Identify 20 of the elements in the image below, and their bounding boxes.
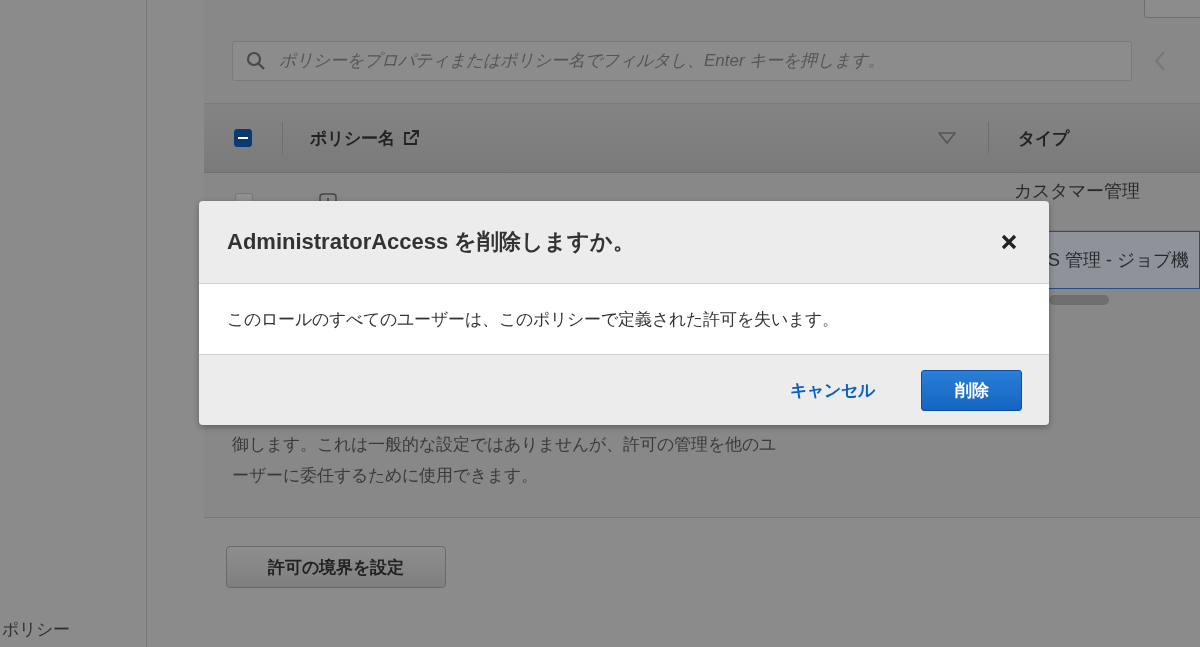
column-header: タイプ [1018,127,1069,150]
column-header: ポリシー名 [310,127,395,150]
dialog-message: このロールのすべてのユーザーは、このポリシーで定義された許可を失います。 [227,308,839,331]
sort-icon[interactable] [938,132,956,144]
delete-button[interactable]: 削除 [921,369,1022,411]
dialog-title: AdministratorAccess を削除しますか。 [227,228,636,256]
table-cell-text: S 管理 - ジョブ機 [1048,249,1189,272]
close-button[interactable] [1001,234,1017,250]
description-text: 御します。これは一般的な設定ではありませんが、許可の管理を他のユ [232,434,777,456]
search-icon [246,50,266,71]
sidebar-item[interactable]: ポリシー [2,618,146,641]
description-text: ーザーに委任するために使用できます。 [232,465,539,487]
set-boundary-button[interactable]: 許可の境界を設定 [226,546,446,588]
minus-icon [238,137,248,139]
select-all-checkbox[interactable] [234,129,252,147]
scrollbar[interactable] [1049,295,1109,305]
close-icon [1001,234,1017,250]
cancel-button[interactable]: キャンセル [790,378,875,402]
external-link-icon[interactable] [403,130,419,146]
table-cell-text: カスタマー管理 [1014,180,1140,203]
